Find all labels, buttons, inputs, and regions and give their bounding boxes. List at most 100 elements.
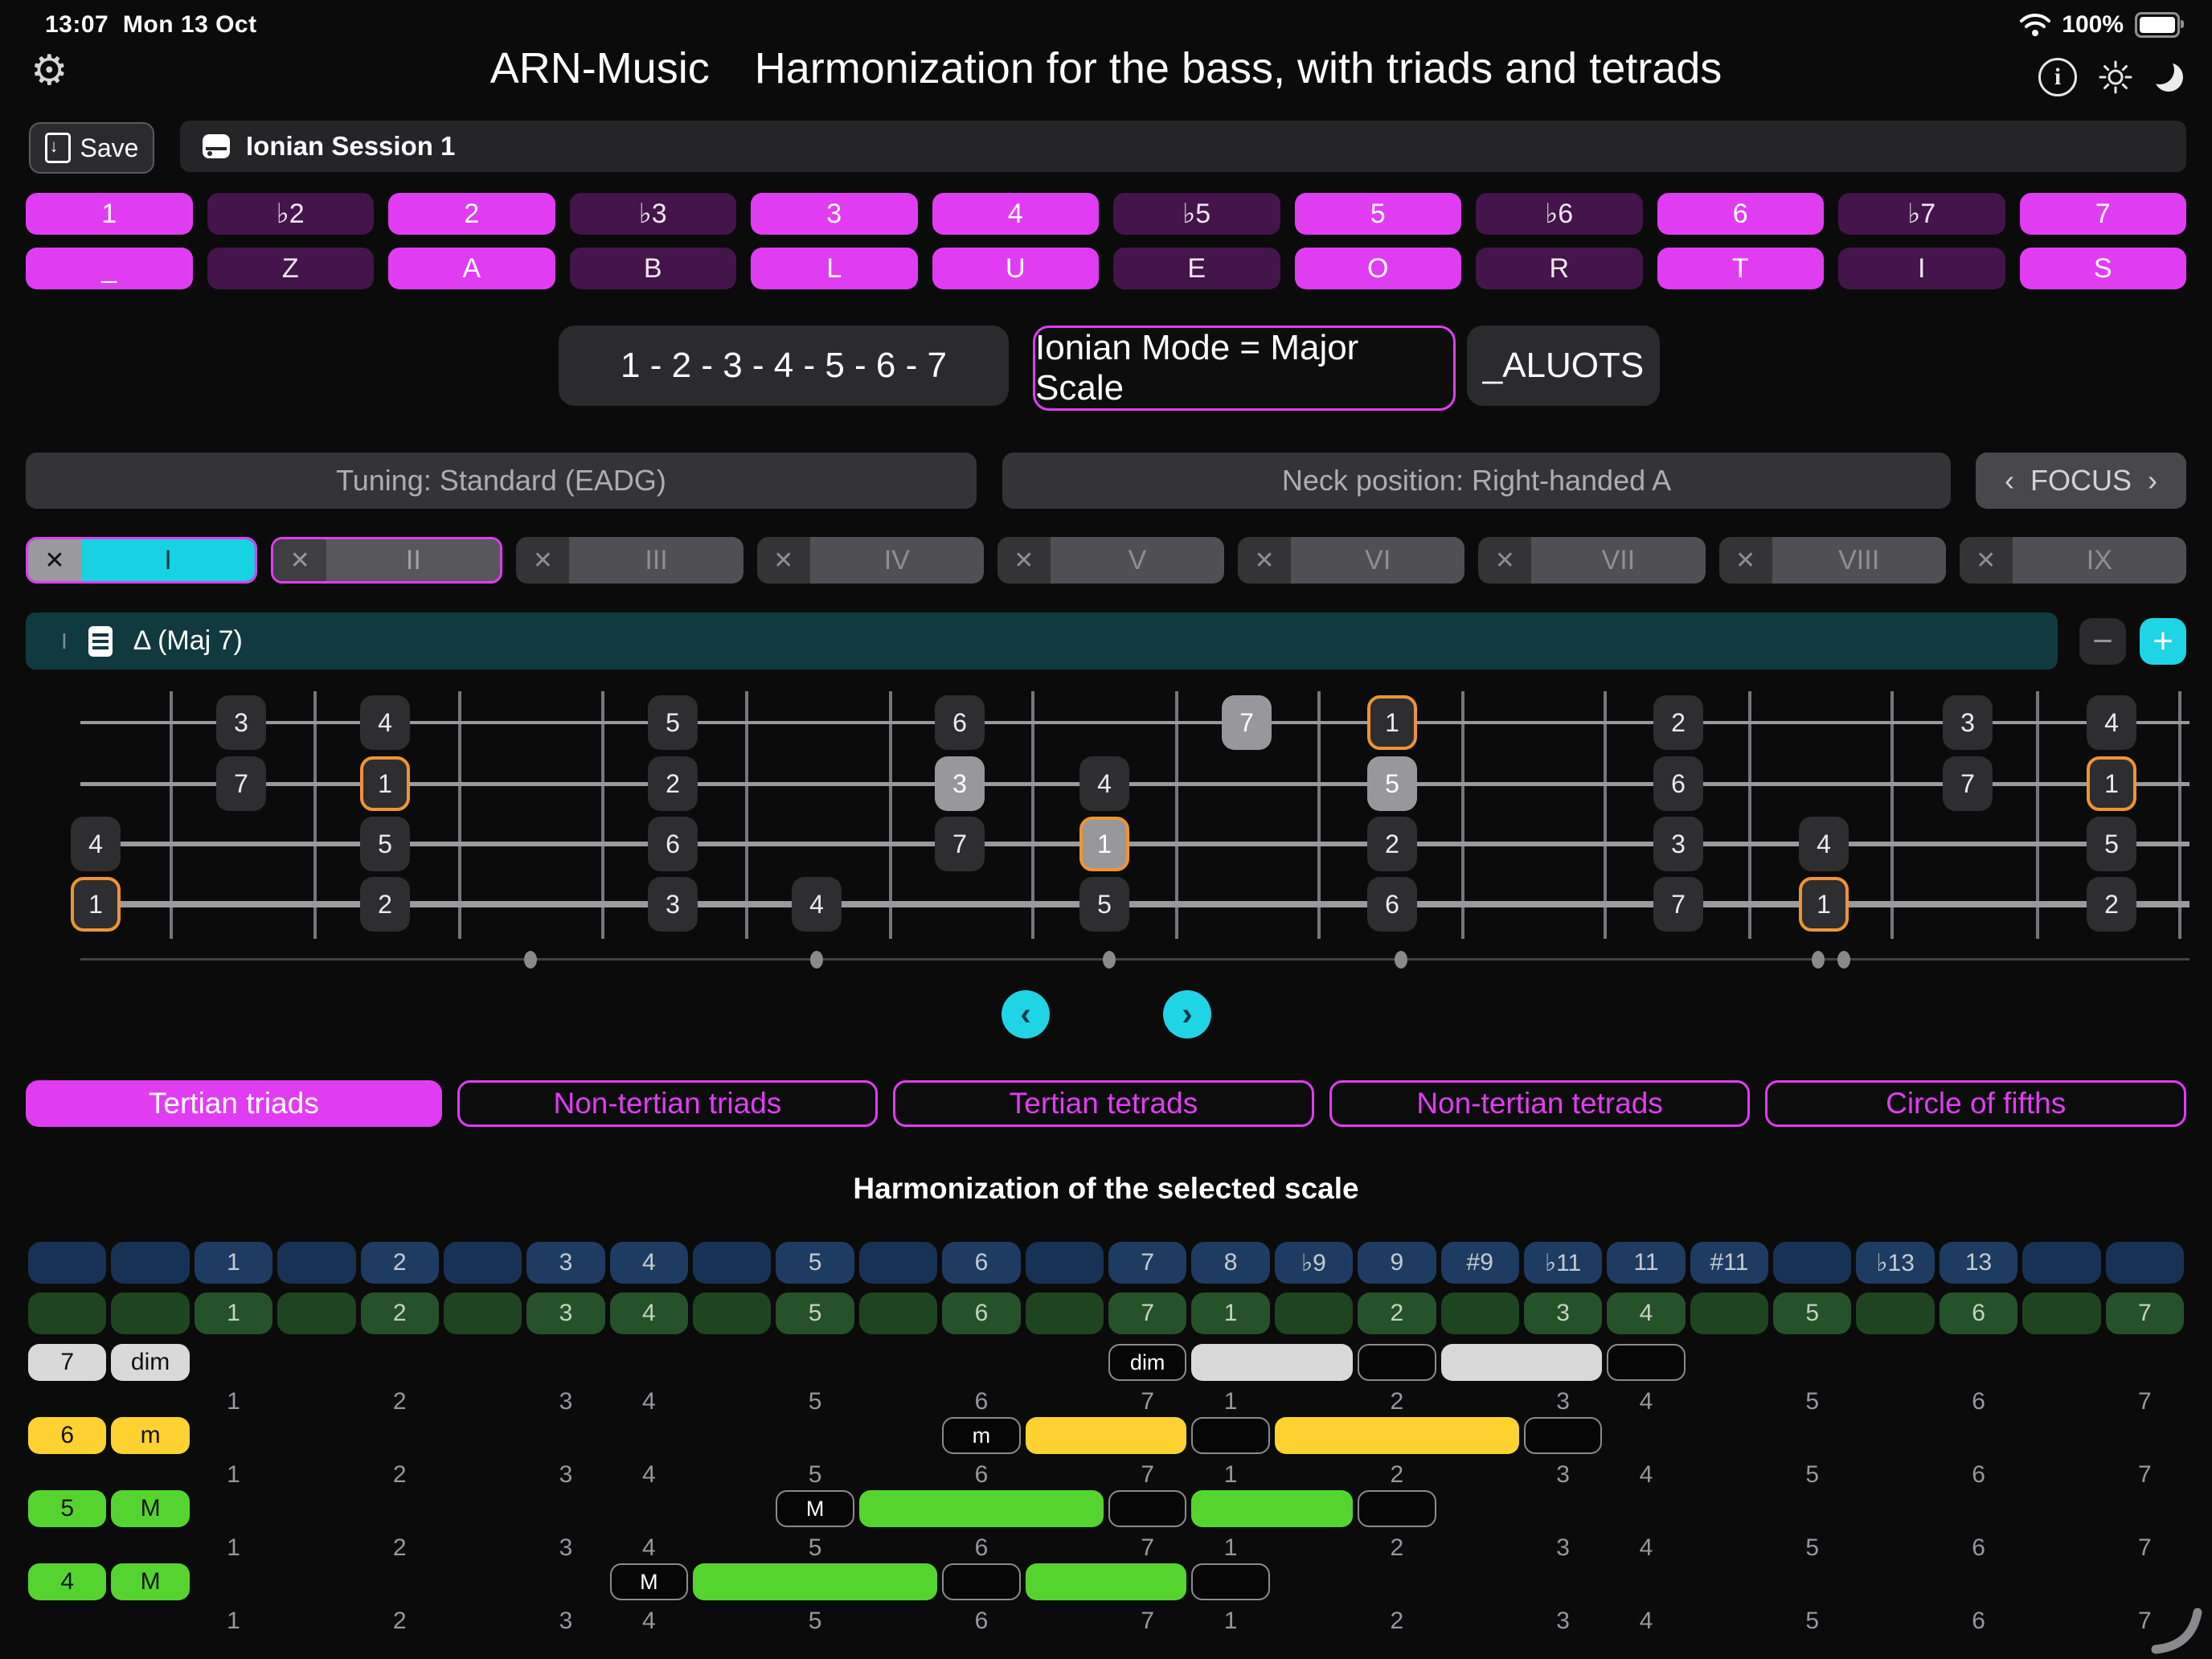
chord-bar-segment-6-1[interactable] [1275,1417,1519,1454]
position-tab-IX[interactable]: ✕IX [1960,537,2186,584]
fret-note-2[interactable]: 2 [1653,695,1703,750]
chord-bar-segment-5-0[interactable] [859,1490,1104,1527]
tab-tertian-triads[interactable]: Tertian triads [26,1080,442,1127]
chord-bar-segment-4-1[interactable] [1026,1563,1187,1600]
letter-button-U[interactable]: U [932,248,1100,289]
chord-degree-7[interactable]: 7 [28,1344,106,1381]
chord-quality-4[interactable]: M [111,1563,189,1600]
chord-tone-7-0[interactable] [1358,1344,1436,1381]
fret-note-3[interactable]: 3 [935,756,985,811]
fret-note-5[interactable]: 5 [2087,817,2136,871]
fret-note-7[interactable]: 7 [1943,756,1993,811]
chord-tone-6-0[interactable] [1191,1417,1269,1454]
letter-button-_[interactable]: _ [26,248,193,289]
position-tab-III[interactable]: ✕III [516,537,743,584]
fret-note-7[interactable]: 7 [216,756,266,811]
fret-note-1[interactable]: 1 [1079,817,1129,871]
scale-degrees-button[interactable]: 1 - 2 - 3 - 4 - 5 - 6 - 7 [559,326,1009,406]
fret-note-6[interactable]: 6 [648,817,698,871]
fret-note-2[interactable]: 2 [648,756,698,811]
fret-note-3[interactable]: 3 [216,695,266,750]
letters-word-button[interactable]: _ALUOTS [1467,326,1660,406]
fret-note-1[interactable]: 1 [1367,695,1417,750]
chord-tone-7-1[interactable] [1607,1344,1685,1381]
letter-button-I[interactable]: I [1838,248,2005,289]
letter-button-L[interactable]: L [751,248,918,289]
position-tab-IV[interactable]: ✕IV [757,537,984,584]
letter-button-O[interactable]: O [1295,248,1462,289]
mode-name-button[interactable]: Ionian Mode = Major Scale [1033,326,1456,411]
chord-bar-segment-7-0[interactable] [1191,1344,1353,1381]
chord-quality-5[interactable]: M [111,1490,189,1527]
fret-note-3[interactable]: 3 [648,877,698,932]
tab-non-tertian-triads[interactable]: Non-tertian triads [457,1080,879,1127]
fret-note-7[interactable]: 7 [935,817,985,871]
focus-prev-icon[interactable]: ‹ [2005,464,2014,498]
fret-note-6[interactable]: 6 [935,695,985,750]
fret-note-3[interactable]: 3 [1943,695,1993,750]
fret-note-3[interactable]: 3 [1653,817,1703,871]
position-tab-VIII[interactable]: ✕VIII [1719,537,1946,584]
degree-button-3[interactable]: 3 [751,193,918,235]
fret-note-4[interactable]: 4 [792,877,842,932]
degree-button-♭5[interactable]: ♭5 [1113,193,1280,235]
chord-bar-segment-5-1[interactable] [1191,1490,1353,1527]
fret-note-5[interactable]: 5 [360,817,410,871]
fret-note-6[interactable]: 6 [1653,756,1703,811]
fret-note-2[interactable]: 2 [360,877,410,932]
fret-note-5[interactable]: 5 [648,695,698,750]
chord-tone-5-1[interactable] [1358,1490,1436,1527]
fret-note-4[interactable]: 4 [1079,756,1129,811]
light-mode-icon[interactable] [2098,59,2133,95]
fret-note-1[interactable]: 1 [2087,756,2136,811]
close-icon[interactable]: ✕ [273,539,326,581]
close-icon[interactable]: ✕ [1960,537,2013,584]
chord-quality-6[interactable]: m [111,1417,189,1454]
chord-bar-segment-6-0[interactable] [1026,1417,1187,1454]
dark-mode-icon[interactable] [2154,63,2183,92]
degree-button-2[interactable]: 2 [388,193,555,235]
close-icon[interactable]: ✕ [997,537,1051,584]
info-icon[interactable]: i [2038,58,2077,96]
degree-button-♭7[interactable]: ♭7 [1838,193,2005,235]
chord-tone-4-0[interactable] [942,1563,1020,1600]
close-icon[interactable]: ✕ [1719,537,1772,584]
close-icon[interactable]: ✕ [28,539,81,581]
close-icon[interactable]: ✕ [757,537,810,584]
chord-tone-5-0[interactable] [1108,1490,1186,1527]
tab-non-tertian-tetrads[interactable]: Non-tertian tetrads [1329,1080,1751,1127]
fret-note-1[interactable]: 1 [360,756,410,811]
focus-next-icon[interactable]: › [2148,464,2157,498]
close-icon[interactable]: ✕ [1478,537,1531,584]
session-field[interactable]: Ionian Session 1 [180,121,2186,172]
degree-button-♭3[interactable]: ♭3 [570,193,737,235]
prev-position-button[interactable]: ‹ [1002,990,1050,1038]
focus-button[interactable]: ‹ FOCUS › [1976,453,2186,509]
letter-button-B[interactable]: B [570,248,737,289]
degree-button-7[interactable]: 7 [2020,193,2187,235]
degree-button-6[interactable]: 6 [1657,193,1825,235]
close-icon[interactable]: ✕ [516,537,569,584]
fret-note-2[interactable]: 2 [2087,877,2136,932]
chord-root-4[interactable]: M [610,1563,688,1600]
chord-root-7[interactable]: dim [1108,1344,1186,1381]
position-tab-VI[interactable]: ✕VI [1238,537,1464,584]
position-tab-II[interactable]: ✕II [271,537,502,584]
letter-button-E[interactable]: E [1113,248,1280,289]
tab-circle-of-fifths[interactable]: Circle of fifths [1765,1080,2186,1127]
chord-bar[interactable]: I Δ (Maj 7) [26,612,2058,670]
position-tab-VII[interactable]: ✕VII [1478,537,1705,584]
chord-bar-segment-4-0[interactable] [693,1563,937,1600]
chord-bar-segment-7-1[interactable] [1441,1344,1603,1381]
fret-note-7[interactable]: 7 [1222,695,1272,750]
fret-note-7[interactable]: 7 [1653,877,1703,932]
remove-chord-button[interactable]: − [2079,618,2126,665]
fret-note-4[interactable]: 4 [1799,817,1849,871]
position-tab-V[interactable]: ✕V [997,537,1224,584]
close-icon[interactable]: ✕ [1238,537,1291,584]
degree-button-5[interactable]: 5 [1295,193,1462,235]
fret-note-2[interactable]: 2 [1367,817,1417,871]
chord-degree-6[interactable]: 6 [28,1417,106,1454]
fret-note-5[interactable]: 5 [1367,756,1417,811]
chord-root-6[interactable]: m [942,1417,1020,1454]
